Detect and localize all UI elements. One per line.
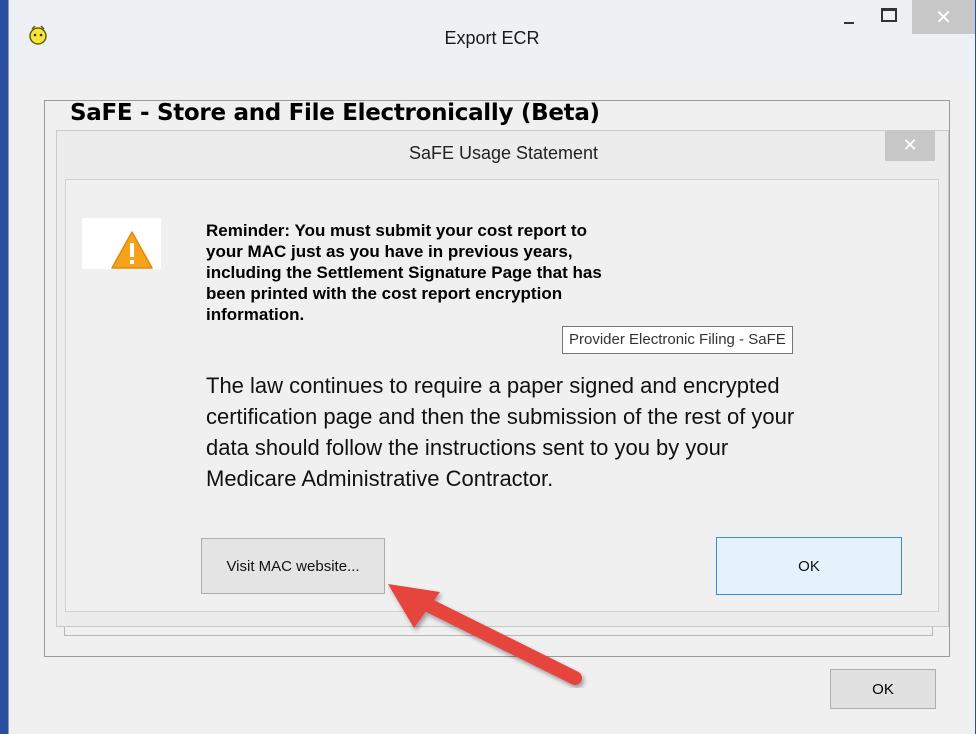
minimize-button[interactable] <box>831 0 867 40</box>
law-line: certification page and then the submissi… <box>206 404 795 429</box>
law-line: data should follow the instructions sent… <box>206 435 729 460</box>
title-bar[interactable]: Export ECR ✕ <box>9 0 975 78</box>
reminder-text: Reminder: You must submit your cost repo… <box>206 220 786 325</box>
tooltip: Provider Electronic Filing - SaFE <box>562 326 793 354</box>
visit-mac-website-button[interactable]: Visit MAC website... <box>201 538 385 594</box>
dialog-content-panel: Reminder: You must submit your cost repo… <box>65 179 939 612</box>
outer-ok-button[interactable]: OK <box>830 669 936 709</box>
reminder-line: been printed with the cost report encryp… <box>206 284 563 303</box>
dialog-ok-button[interactable]: OK <box>716 537 902 595</box>
arrow-annotation <box>388 584 582 685</box>
warning-icon <box>111 231 153 269</box>
law-line: Medicare Administrative Contractor. <box>206 466 554 491</box>
group-title: SaFE - Store and File Electronically (Be… <box>70 100 600 126</box>
law-text: The law continues to require a paper sig… <box>206 370 906 494</box>
maximize-button[interactable] <box>871 0 907 40</box>
reminder-line: including the Settlement Signature Page … <box>206 263 602 282</box>
reminder-line: your MAC just as you have in previous ye… <box>206 242 573 261</box>
safe-usage-dialog: SaFE Usage Statement ✕ Reminder: You mus… <box>56 130 949 627</box>
dialog-title: SaFE Usage Statement <box>408 143 599 163</box>
reminder-line: Reminder: You must submit your cost repo… <box>206 221 587 240</box>
dialog-close-button[interactable]: ✕ <box>885 131 935 161</box>
law-line: The law continues to require a paper sig… <box>206 373 780 398</box>
window-close-button[interactable]: ✕ <box>912 0 975 34</box>
reminder-line: information. <box>206 305 305 324</box>
warning-icon-box <box>82 218 161 269</box>
